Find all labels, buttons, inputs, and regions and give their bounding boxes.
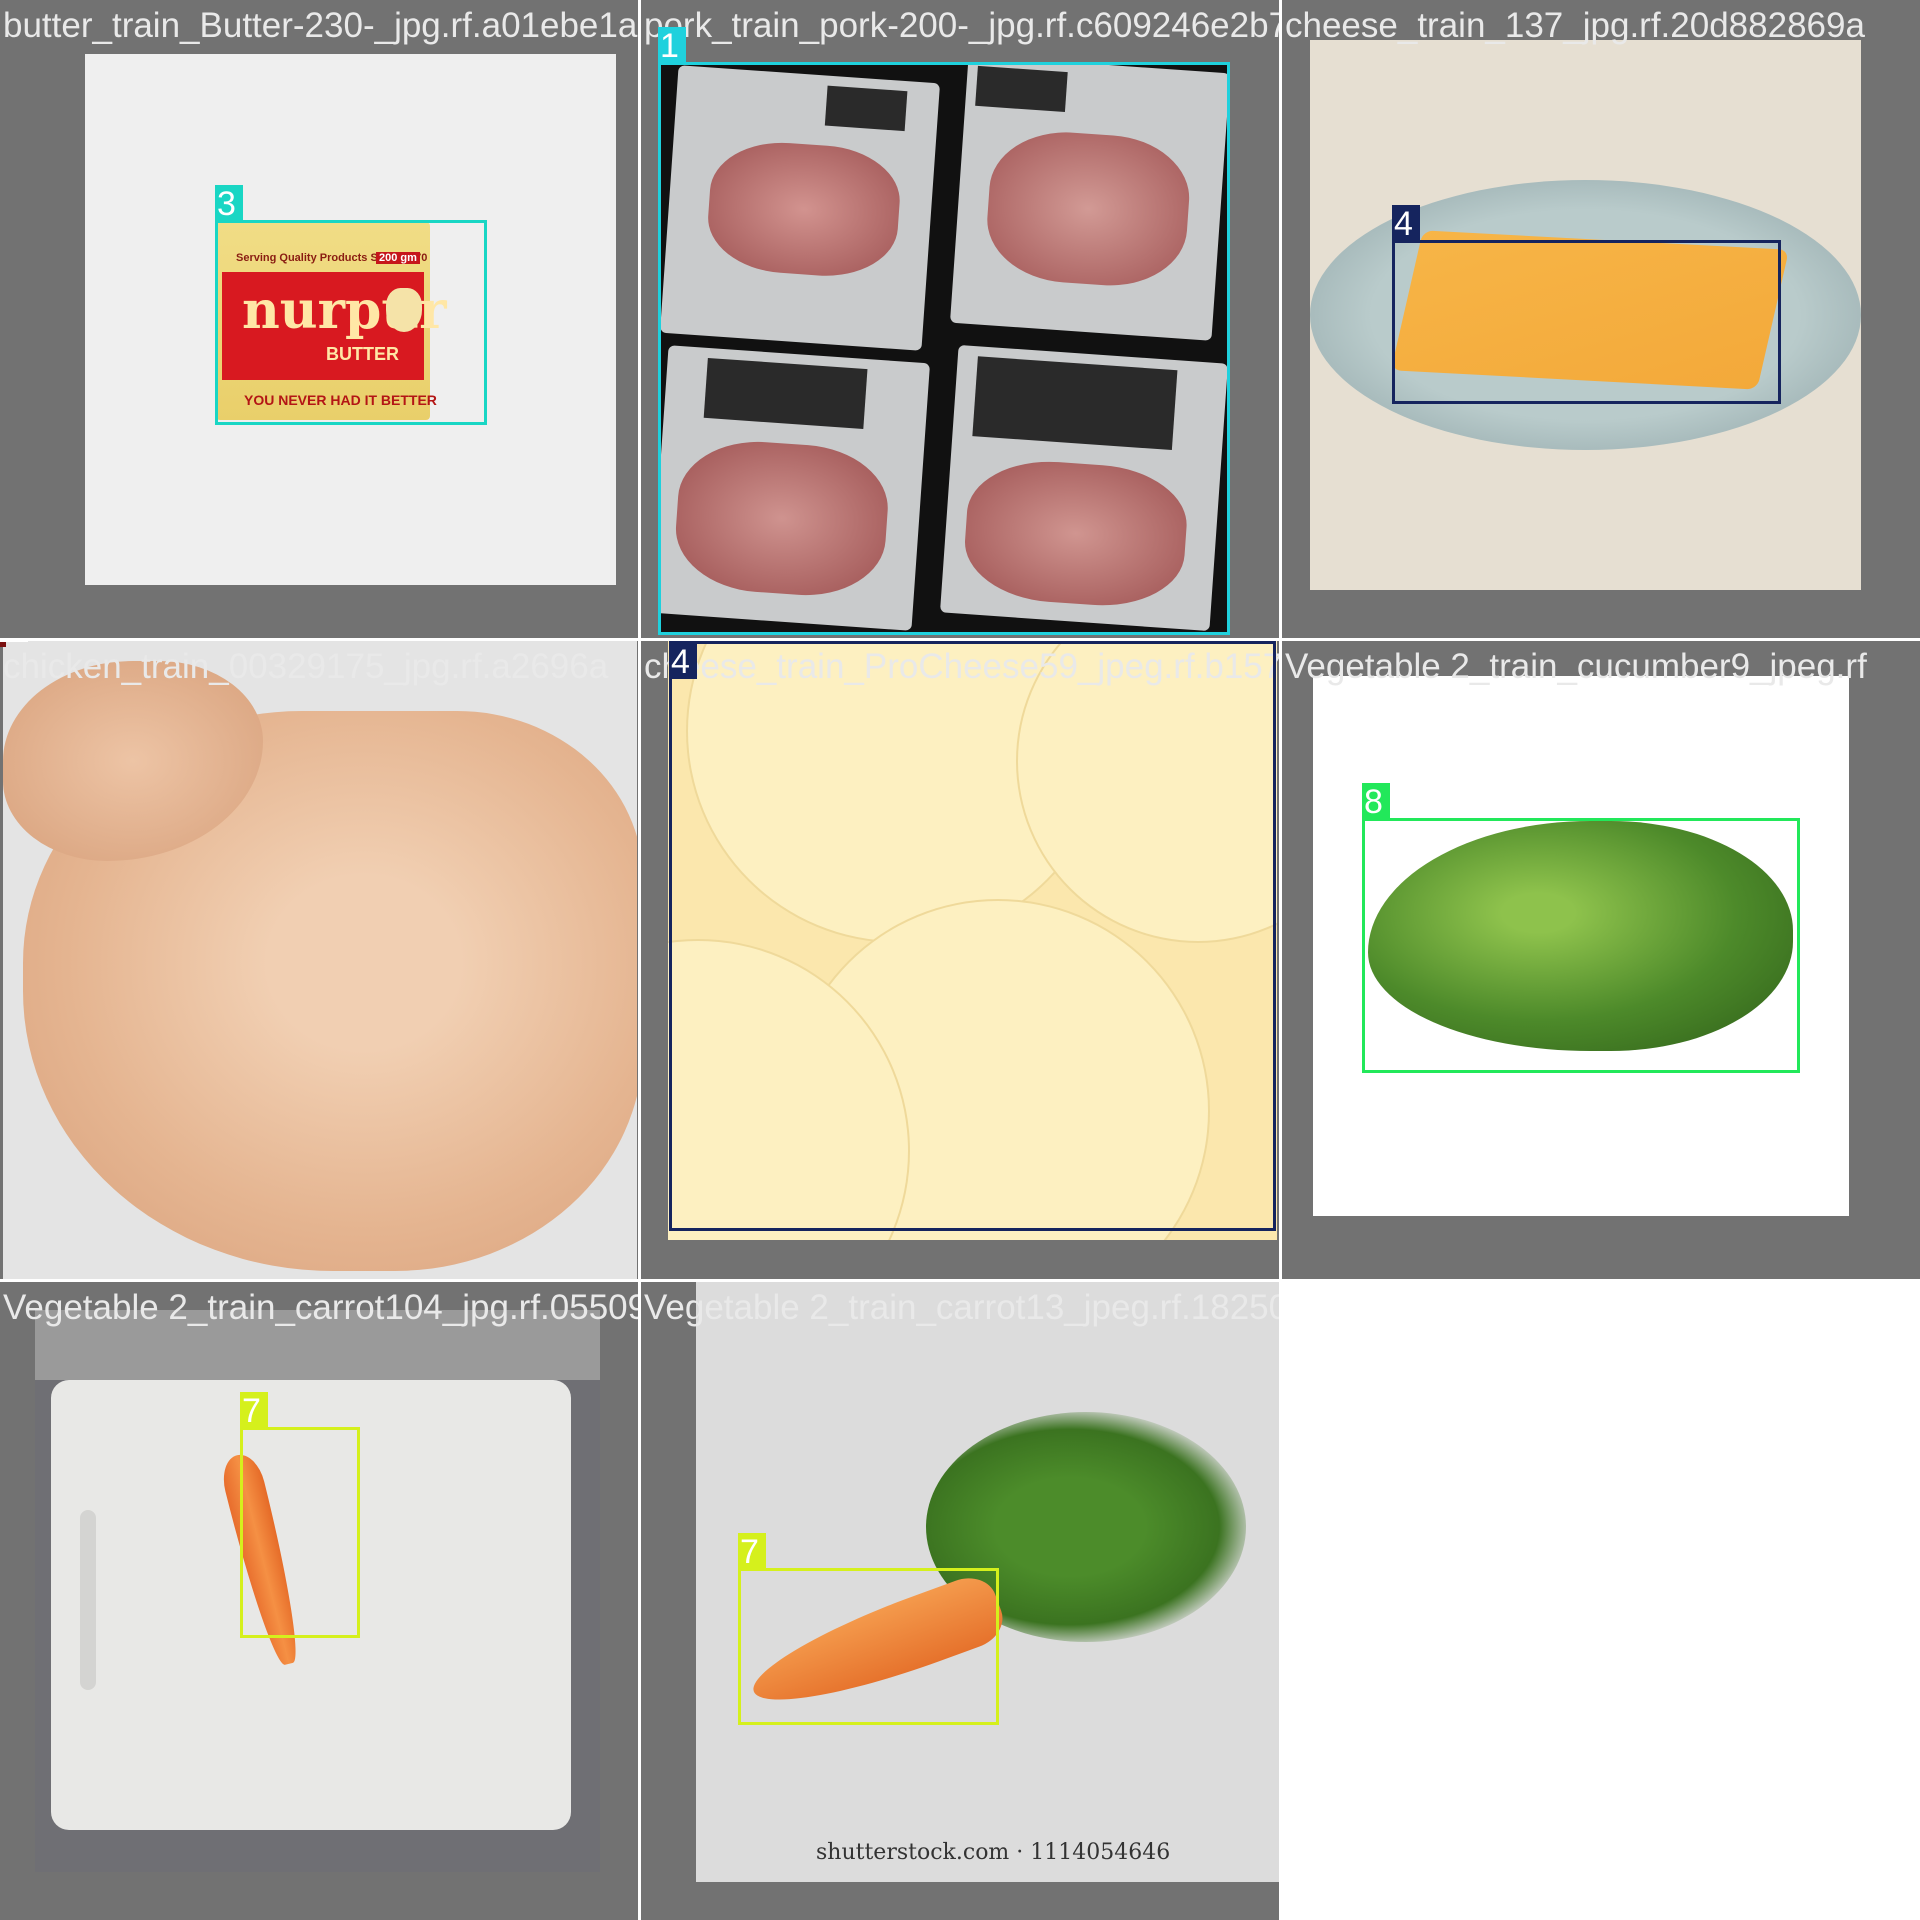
class-label: 4: [669, 643, 697, 681]
bounding-box: 8: [1362, 783, 1800, 1073]
tile-filename: Vegetable 2_train_cucumber9_jpeg.rf: [1285, 647, 1867, 686]
mosaic-tile-cheese-closeup: cheese_train_ProCheese59_jpeg.rf.b157dd3…: [641, 641, 1279, 1279]
grid-divider: [0, 638, 1920, 641]
mosaic-tile-chicken: chicken_train_00329175_jpg.rf.a2696a 2: [0, 641, 638, 1279]
class-label: 7: [738, 1533, 766, 1571]
bounding-box: 7: [738, 1533, 999, 1725]
mosaic-tile-empty: [1282, 1282, 1920, 1920]
grid-divider: [1279, 0, 1282, 1282]
mosaic-tile-pork: pork_train_pork-200-_jpg.rf.c609246e2b7e…: [641, 0, 1279, 638]
tile-filename: chicken_train_00329175_jpg.rf.a2696a: [3, 647, 609, 686]
mosaic-tile-cheese-plate: cheese_train_137_jpg.rf.20d882869a 4: [1282, 0, 1920, 638]
bounding-box: 3: [215, 185, 487, 425]
class-label: 1: [658, 27, 686, 65]
mosaic-tile-carrot-greens: shutterstock.com · 1114054646 Vegetable …: [641, 1282, 1279, 1920]
mosaic-tile-butter: Serving Quality Products Since 1970 200 …: [0, 0, 638, 638]
bounding-box: 7: [240, 1392, 360, 1638]
tile-filename: cheese_train_137_jpg.rf.20d882869a: [1285, 6, 1865, 45]
class-label: 3: [215, 185, 243, 223]
mosaic-tile-carrot-board: Vegetable 2_train_carrot104_jpg.rf.05509…: [0, 1282, 638, 1920]
bounding-box: 2: [0, 641, 28, 647]
tile-filename: pork_train_pork-200-_jpg.rf.c609246e2b7e: [644, 6, 1279, 45]
grid-divider: [638, 0, 641, 1920]
board-handle-slot: [80, 1510, 96, 1690]
class-label: 8: [1362, 783, 1390, 821]
bounding-box: 4: [669, 641, 1276, 1231]
class-label: 4: [1392, 205, 1420, 243]
tile-filename: butter_train_Butter-230-_jpg.rf.a01ebe1a: [3, 6, 638, 45]
chicken-photo: [3, 641, 637, 1279]
tile-filename: Vegetable 2_train_carrot104_jpg.rf.05509: [3, 1288, 638, 1327]
watermark-text: shutterstock.com · 1114054646: [816, 1840, 1171, 1865]
mosaic-tile-cucumber: Vegetable 2_train_cucumber9_jpeg.rf 8: [1282, 641, 1920, 1279]
tile-filename: Vegetable 2_train_carrot13_jpeg.rf.18250: [644, 1288, 1279, 1327]
bounding-box: 1: [658, 27, 1230, 635]
class-label: 2: [0, 641, 28, 644]
bounding-box: 4: [1392, 205, 1781, 404]
class-label: 7: [240, 1392, 268, 1430]
grid-divider: [0, 1279, 1280, 1282]
